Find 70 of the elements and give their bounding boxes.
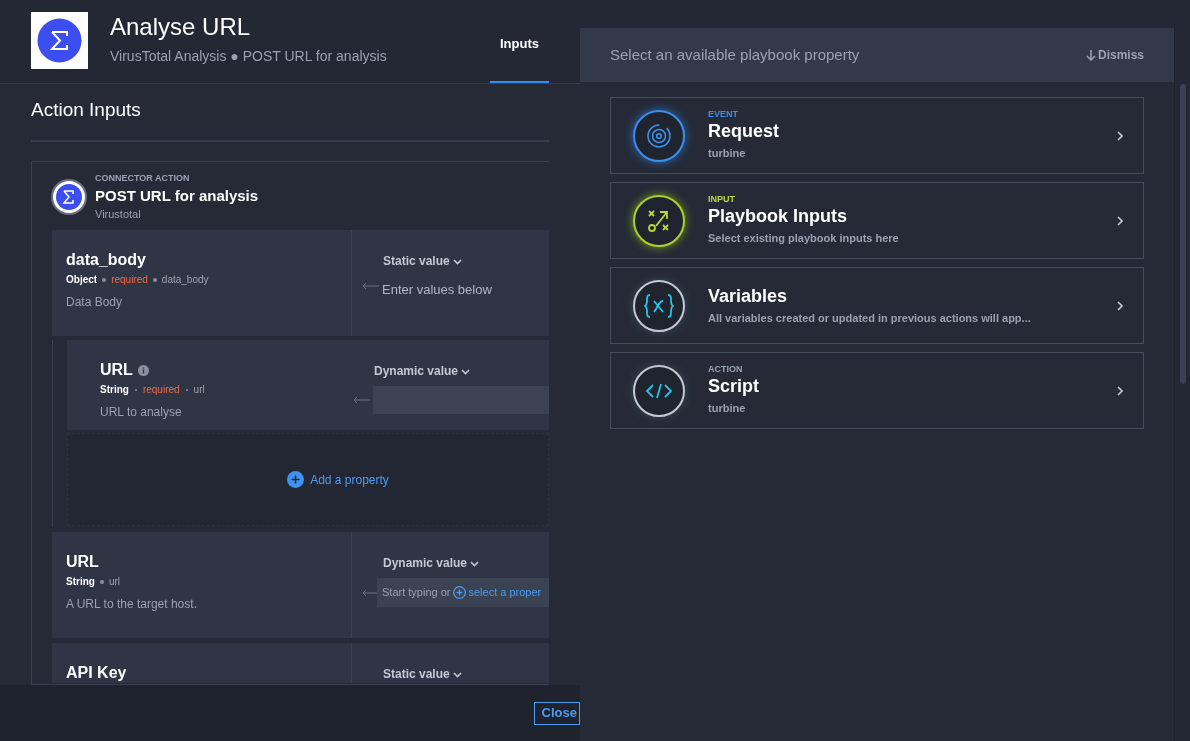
input-description: Data Body [66,294,124,311]
input-type: String [66,575,95,589]
value-mode-dropdown[interactable]: Static value [383,665,462,683]
chevron-right-icon [1117,130,1123,141]
select-property-link[interactable]: select a proper [453,584,544,601]
input-type: String [100,383,129,397]
sigma-icon [37,18,82,63]
chevron-right-icon [1117,300,1123,311]
value-mode-dropdown[interactable]: Dynamic value [383,554,480,572]
action-eyebrow: CONNECTOR ACTION [95,172,191,185]
input-key: data_body [161,272,209,287]
value-text: Enter values below [382,281,492,299]
value-field[interactable] [373,386,549,414]
chevron-down-icon [452,671,462,678]
plus-circle-icon [287,471,305,488]
option-title: Script [708,375,760,399]
value-mode-dropdown[interactable]: Dynamic value [374,362,471,380]
input-key: url [108,574,120,589]
chevron-down-icon [452,258,462,265]
option-subtitle: Select existing playbook inputs here [708,231,900,247]
option-subtitle: turbine [708,401,747,417]
option-subtitle: All variables created or updated in previous actions will app... [708,311,1032,327]
option-title: Playbook Inputs [708,205,849,229]
action-title: POST URL for analysis [95,185,259,206]
connector-name: Virustotal [95,206,142,222]
tab[interactable]: Inputs [490,0,549,83]
target-icon [646,122,672,149]
input-name: API Key [66,663,127,683]
connector-icon [51,179,87,215]
input-name: URL [66,552,99,572]
input-type: Object [66,273,98,287]
close-button[interactable]: Close [533,701,580,725]
page-subtitle: VirusTotal Analysis ● POST URL for analysis [110,47,387,66]
required-label: required [142,383,180,397]
variable-icon [644,292,674,319]
input-description: A URL to the target host. [66,596,198,613]
option-category: ACTION [708,364,744,375]
option-title: Variables [708,285,789,309]
dismiss-button[interactable]: Dismiss [1085,46,1144,64]
add-property-button[interactable]: Add a property [287,470,389,489]
down-arrow-icon [1085,49,1096,61]
input-key: url [193,382,205,397]
property-option[interactable]: INPUT Playbook Inputs Select existing playbook inputs here [610,182,1144,259]
option-category: EVENT [708,109,739,120]
input-name: data_body [66,250,146,270]
input-description: URL to analyse [100,404,183,421]
section-title: Action Inputs [31,84,549,142]
property-option[interactable]: EVENT Request turbine [610,97,1144,174]
chevron-down-icon [461,368,471,375]
left-arrow-icon [353,396,371,404]
left-arrow-icon [362,588,380,597]
left-arrow-icon [362,281,380,290]
field-placeholder: Start typing or [382,585,451,601]
value-field[interactable]: Start typing or select a proper [377,578,549,607]
option-title: Request [708,120,780,144]
page-title: Analyse URL [110,12,252,42]
required-label: required [111,273,148,287]
option-category: INPUT [708,194,736,205]
value-mode-dropdown[interactable]: Static value [383,252,462,270]
scrollbar-thumb[interactable] [1179,84,1186,384]
panel-title: Select an available playbook property [610,44,860,65]
option-subtitle: turbine [708,146,747,162]
plus-circle-icon [453,586,467,599]
input-name: URL [100,360,133,380]
chevron-right-icon [1117,215,1123,226]
property-option[interactable]: Variables All variables created or updated in previous actions will app... [610,267,1144,344]
strategy-icon [646,207,672,234]
chevron-down-icon [470,560,480,567]
chevron-right-icon [1117,385,1123,396]
property-option[interactable]: ACTION Script turbine [610,352,1144,429]
